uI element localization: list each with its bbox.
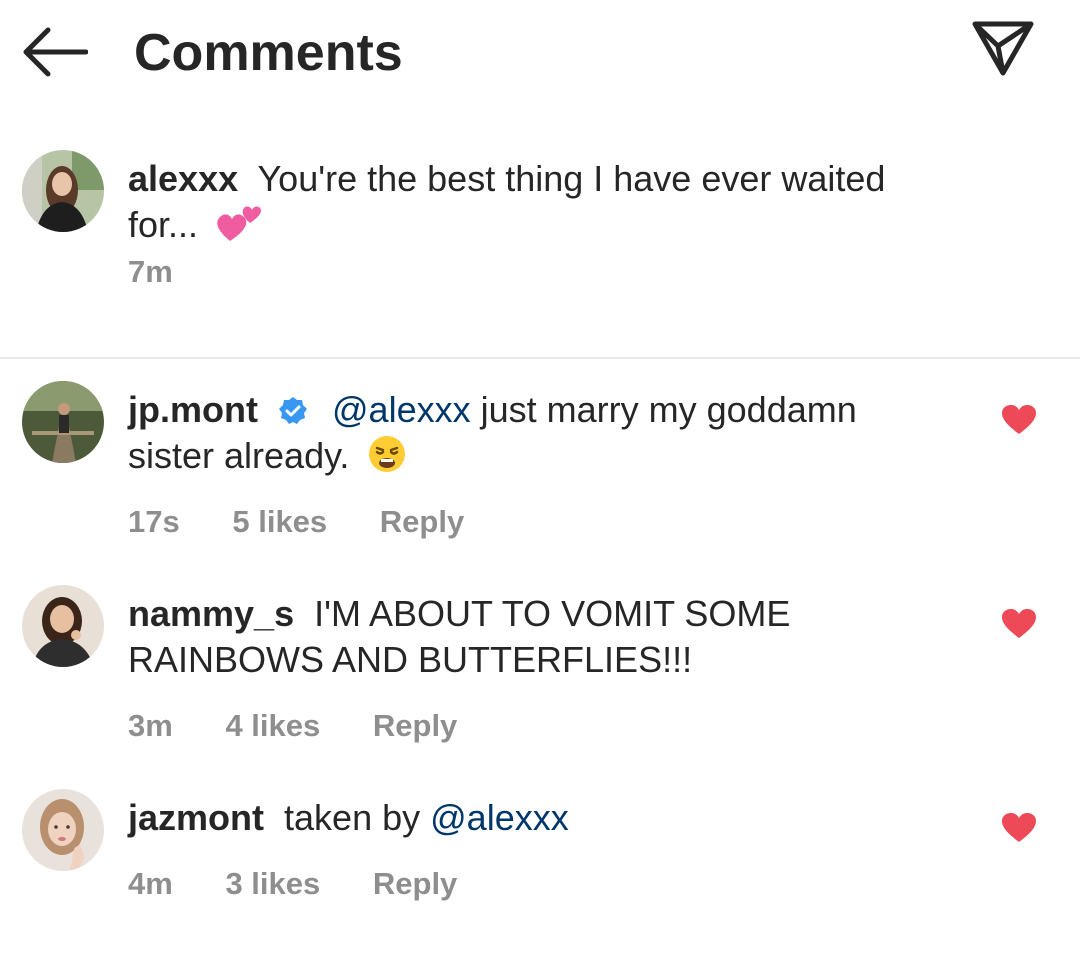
timestamp: 17s	[128, 504, 180, 539]
comment-username[interactable]: jp.mont	[128, 389, 258, 430]
caption-meta: 7m	[128, 252, 173, 292]
caption-text: alexxx You're the best thing I have ever…	[128, 156, 928, 254]
page-title: Comments	[134, 24, 403, 82]
comment-meta: 4m 3 likes Reply	[128, 864, 457, 904]
comment-body: taken by	[284, 797, 421, 838]
comment-text: jazmont taken by @alexxx	[128, 795, 928, 841]
reply-button[interactable]: Reply	[373, 864, 457, 904]
divider	[0, 357, 1080, 359]
timestamp: 4m	[128, 866, 173, 901]
comment-meta: 17s 5 likes Reply	[128, 502, 464, 542]
like-button[interactable]	[1002, 405, 1036, 435]
two-hearts-emoji	[216, 203, 262, 254]
verified-badge-icon	[278, 391, 308, 424]
mention-link[interactable]: @alexxx	[332, 389, 471, 430]
reply-button[interactable]: Reply	[373, 706, 457, 746]
likes-count[interactable]: 4 likes	[225, 706, 320, 746]
like-button[interactable]	[1002, 609, 1036, 639]
caption-username[interactable]: alexxx	[128, 158, 238, 199]
avatar[interactable]	[22, 789, 104, 871]
share-button[interactable]	[970, 18, 1036, 78]
paper-plane-icon	[972, 21, 1034, 76]
likes-count[interactable]: 5 likes	[232, 502, 327, 542]
heart-icon	[1002, 405, 1036, 434]
comment-text: jp.mont @alexxx just marry my goddamn si…	[128, 387, 928, 485]
comment-meta: 3m 4 likes Reply	[128, 706, 457, 746]
heart-icon	[1002, 609, 1036, 638]
reply-button[interactable]: Reply	[380, 502, 464, 542]
weary-face-emoji	[367, 434, 407, 485]
back-button[interactable]	[22, 26, 89, 78]
timestamp: 3m	[128, 708, 173, 743]
comment-username[interactable]: nammy_s	[128, 593, 294, 634]
arrow-left-icon	[23, 27, 89, 77]
timestamp: 7m	[128, 254, 173, 289]
mention-link[interactable]: @alexxx	[430, 797, 569, 838]
avatar[interactable]	[22, 150, 104, 232]
comment-text: nammy_s I'M ABOUT TO VOMIT SOME RAINBOWS…	[128, 591, 928, 683]
heart-icon	[1002, 813, 1036, 842]
avatar[interactable]	[22, 585, 104, 667]
likes-count[interactable]: 3 likes	[225, 864, 320, 904]
like-button[interactable]	[1002, 813, 1036, 843]
header-bar: Comments	[0, 0, 1080, 110]
avatar[interactable]	[22, 381, 104, 463]
comment-username[interactable]: jazmont	[128, 797, 264, 838]
